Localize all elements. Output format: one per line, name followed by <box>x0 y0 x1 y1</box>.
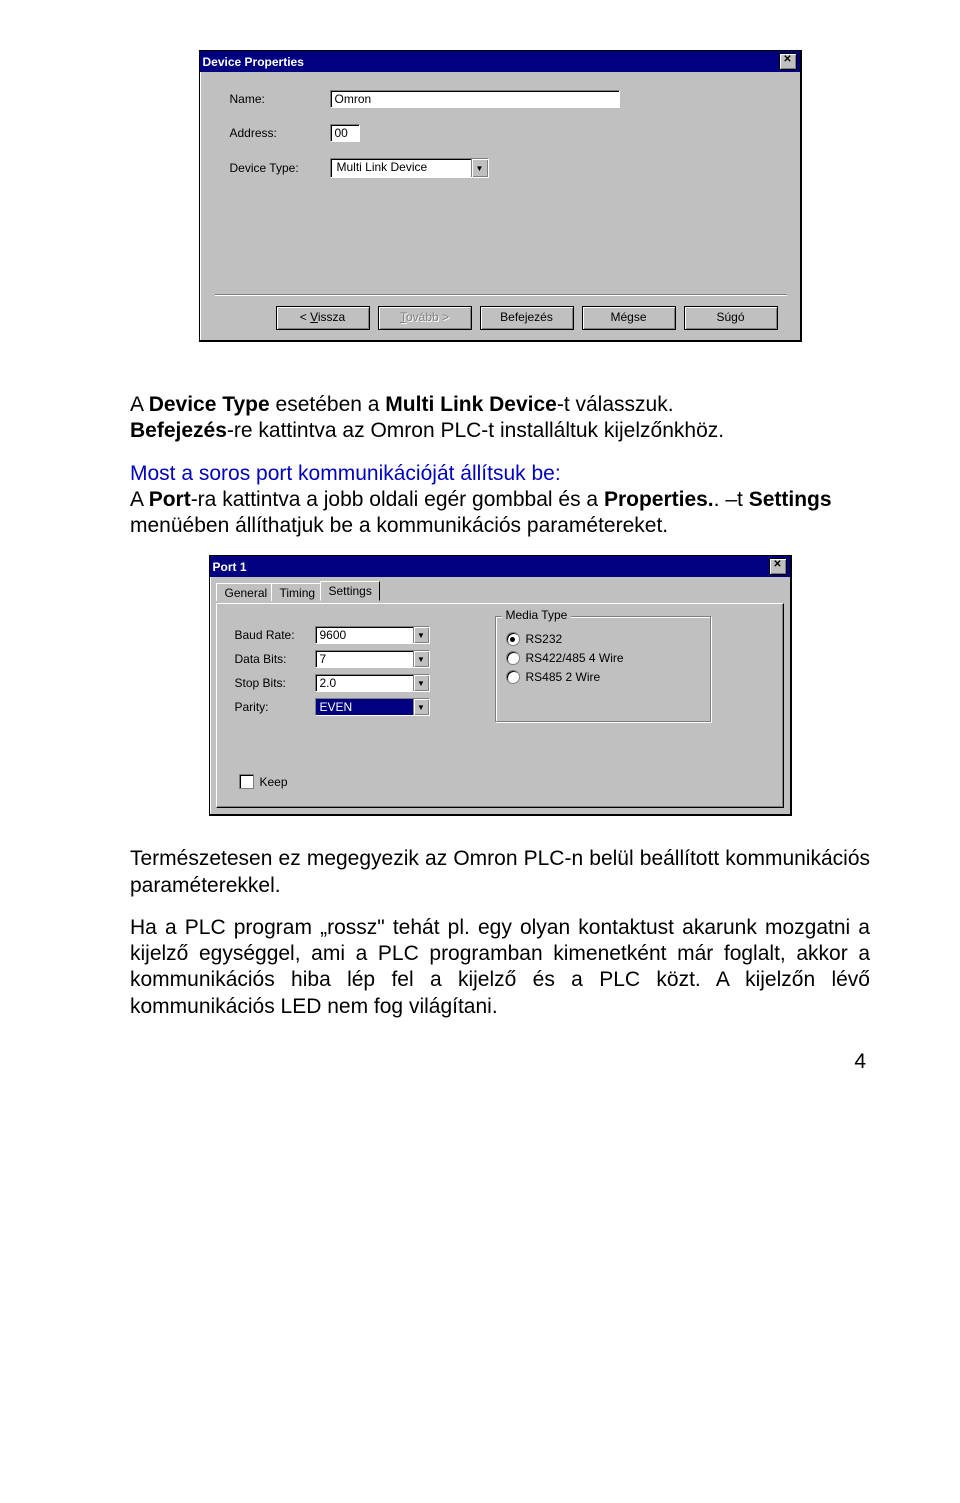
chevron-down-icon[interactable]: ▼ <box>413 651 429 667</box>
stop-bits-label: Stop Bits: <box>235 676 315 690</box>
baud-rate-select[interactable]: 9600 ▼ <box>315 626 430 644</box>
name-label: Name: <box>230 92 330 106</box>
paragraph-device-type: A Device Type esetében a Multi Link Devi… <box>130 392 870 445</box>
dialog-title: Device Properties <box>203 55 304 69</box>
paragraph-error-note: Ha a PLC program „rossz" tehát pl. egy o… <box>130 915 870 1020</box>
tab-general[interactable]: General <box>216 583 272 601</box>
radio-icon <box>506 670 520 684</box>
title-bar[interactable]: Device Properties ✕ <box>200 51 800 72</box>
device-properties-dialog: Device Properties ✕ Name: Omron Address:… <box>199 50 802 342</box>
page-number: 4 <box>130 1050 870 1074</box>
radio-icon <box>506 651 520 665</box>
close-icon[interactable]: ✕ <box>779 53 797 70</box>
name-input[interactable]: Omron <box>330 90 620 108</box>
keep-checkbox[interactable]: Keep <box>239 774 769 789</box>
radio-rs232[interactable]: RS232 <box>506 632 696 646</box>
chevron-down-icon[interactable]: ▼ <box>471 159 488 177</box>
chevron-down-icon[interactable]: ▼ <box>413 675 429 691</box>
paragraph-serial-port: Most a soros port kommunikációját állíts… <box>130 461 870 540</box>
close-icon[interactable]: ✕ <box>769 558 787 575</box>
next-button[interactable]: Tovább > <box>378 306 472 330</box>
stop-bits-select[interactable]: 2.0 ▼ <box>315 674 430 692</box>
help-button[interactable]: Súgó <box>684 306 778 330</box>
address-label: Address: <box>230 126 330 140</box>
devicetype-value: Multi Link Device <box>331 159 471 177</box>
chevron-down-icon[interactable]: ▼ <box>413 699 429 715</box>
data-bits-select[interactable]: 7 ▼ <box>315 650 430 668</box>
port-1-dialog: Port 1 ✕ General Timing Settings Baud Ra… <box>209 555 792 816</box>
address-input[interactable]: 00 <box>330 124 360 142</box>
parity-label: Parity: <box>235 700 315 714</box>
checkbox-icon <box>239 774 254 789</box>
radio-icon <box>506 632 520 646</box>
tab-timing[interactable]: Timing <box>271 583 321 601</box>
parity-select[interactable]: EVEN ▼ <box>315 698 430 716</box>
tab-settings[interactable]: Settings <box>320 581 380 601</box>
radio-rs485[interactable]: RS485 2 Wire <box>506 670 696 684</box>
devicetype-select[interactable]: Multi Link Device ▼ <box>330 158 489 178</box>
title-bar[interactable]: Port 1 ✕ <box>210 556 790 577</box>
paragraph-match-note: Természetesen ez megegyezik az Omron PLC… <box>130 846 870 899</box>
chevron-down-icon[interactable]: ▼ <box>413 627 429 643</box>
devicetype-label: Device Type: <box>230 161 330 175</box>
back-button[interactable]: < Vissza <box>276 306 370 330</box>
radio-rs422[interactable]: RS422/485 4 Wire <box>506 651 696 665</box>
data-bits-label: Data Bits: <box>235 652 315 666</box>
media-type-group: Media Type RS232 RS422/485 4 Wire RS485 … <box>495 616 711 722</box>
media-type-title: Media Type <box>502 608 572 622</box>
baud-rate-label: Baud Rate: <box>235 628 315 642</box>
cancel-button[interactable]: Mégse <box>582 306 676 330</box>
dialog-title: Port 1 <box>213 560 247 574</box>
finish-button[interactable]: Befejezés <box>480 306 574 330</box>
